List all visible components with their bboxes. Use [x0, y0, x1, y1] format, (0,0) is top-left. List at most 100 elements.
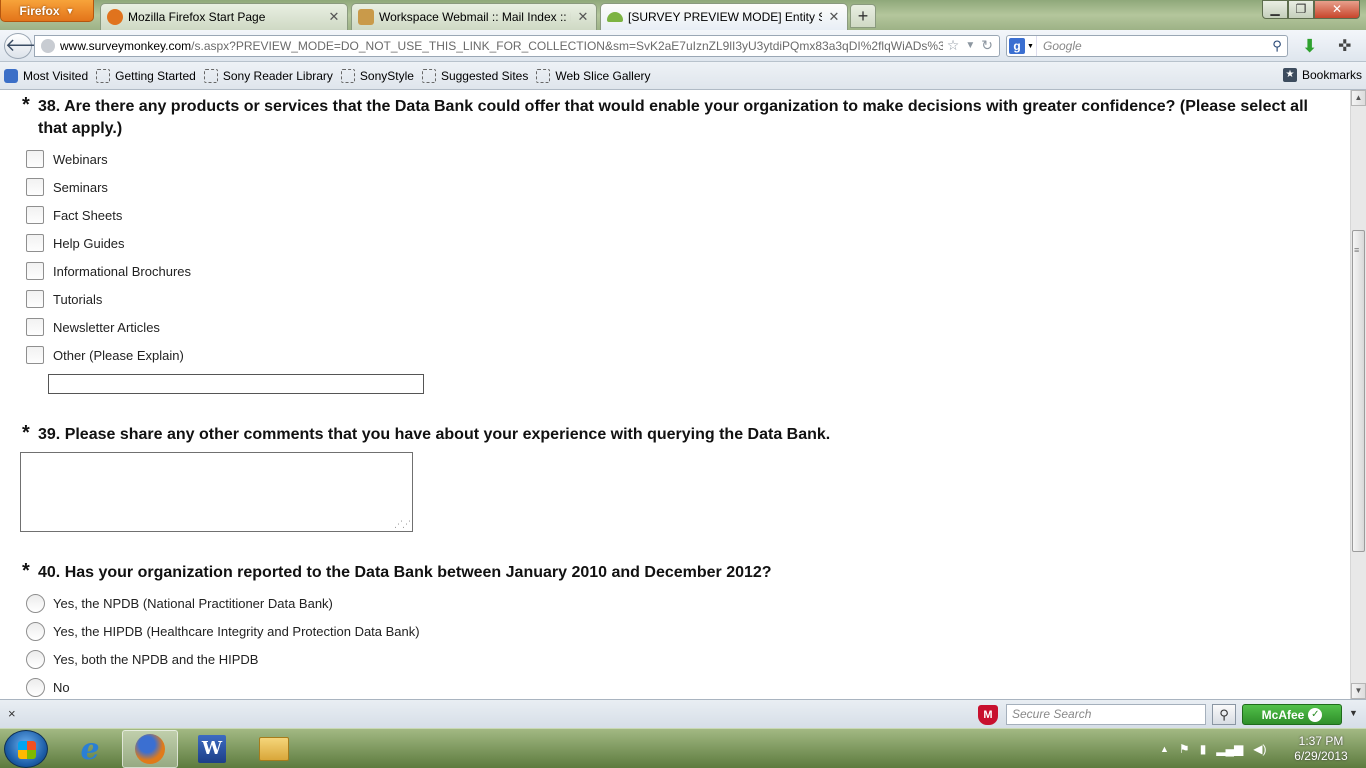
radio-button[interactable] — [26, 677, 45, 697]
minimize-button[interactable]: ▁ — [1262, 0, 1288, 19]
close-addon-bar-button[interactable]: × — [8, 706, 16, 721]
chevron-down-icon[interactable]: ▼ — [1349, 708, 1358, 718]
clock-time: 1:37 PM — [1298, 734, 1344, 748]
clock[interactable]: 1:37 PM 6/29/2013 — [1286, 734, 1356, 764]
show-hidden-icons-icon[interactable]: ▲ — [1160, 744, 1169, 754]
chevron-down-icon: ▼ — [65, 5, 75, 16]
option-label: Help Guides — [53, 235, 125, 251]
taskbar-internet-explorer[interactable]: e — [62, 730, 118, 768]
option-newsletter-articles[interactable]: Newsletter Articles — [26, 317, 160, 337]
firefox-icon — [135, 734, 165, 764]
search-input[interactable]: Google — [1037, 39, 1267, 53]
history-dropdown-icon[interactable]: ▼ — [965, 37, 975, 55]
comments-textarea[interactable]: ⋰⋰ — [20, 452, 413, 532]
taskbar-explorer[interactable] — [246, 730, 302, 768]
option-informational-brochures[interactable]: Informational Brochures — [26, 261, 191, 281]
restore-button[interactable]: ❐ — [1288, 0, 1314, 19]
option-label: Webinars — [53, 151, 108, 167]
option-both[interactable]: Yes, both the NPDB and the HIPDB — [26, 649, 258, 669]
option-label: Yes, the NPDB (National Practitioner Dat… — [53, 595, 333, 611]
question-38-text: 38. Are there any products or services t… — [38, 98, 1308, 137]
vertical-scrollbar[interactable]: ▲ ≡ ▼ — [1350, 90, 1366, 699]
checkbox[interactable] — [26, 150, 44, 168]
search-icon[interactable]: ⚲ — [1212, 704, 1236, 725]
download-icon[interactable]: ⬇ — [1302, 36, 1317, 57]
bookmarks-menu-button[interactable]: ★ Bookmarks — [1282, 68, 1362, 82]
checkbox[interactable] — [26, 346, 44, 364]
checkbox[interactable] — [26, 318, 44, 336]
checkbox[interactable] — [26, 262, 44, 280]
checkbox[interactable] — [26, 206, 44, 224]
puzzle-icon[interactable]: ✜ — [1338, 36, 1351, 56]
firefox-icon — [107, 9, 123, 25]
bookmark-suggested-sites[interactable]: Suggested Sites — [421, 68, 529, 83]
clock-date: 6/29/2013 — [1294, 749, 1348, 763]
checkbox[interactable] — [26, 290, 44, 308]
firefox-menu-button[interactable]: Firefox ▼ — [0, 0, 94, 22]
taskbar-firefox[interactable] — [122, 730, 178, 768]
tab-strip: Firefox ▼ Mozilla Firefox Start Page ✕ W… — [0, 0, 1366, 30]
option-tutorials[interactable]: Tutorials — [26, 289, 102, 309]
secure-search-input[interactable]: Secure Search — [1006, 704, 1206, 725]
bookmark-sony-reader-library[interactable]: Sony Reader Library — [203, 68, 333, 83]
scrollbar-thumb[interactable] — [1352, 230, 1365, 552]
mcafee-button[interactable]: McAfee ✓ — [1242, 704, 1342, 725]
radio-button[interactable] — [26, 621, 45, 641]
mcafee-shield-icon[interactable]: M — [978, 705, 998, 725]
taskbar-word[interactable]: W — [184, 730, 240, 768]
scroll-up-icon[interactable]: ▲ — [1351, 90, 1366, 106]
option-npdb[interactable]: Yes, the NPDB (National Practitioner Dat… — [26, 593, 333, 613]
bookmark-label: Web Slice Gallery — [555, 68, 651, 83]
option-seminars[interactable]: Seminars — [26, 177, 108, 197]
bookmark-most-visited[interactable]: Most Visited — [4, 68, 88, 83]
tab-firefox-start[interactable]: Mozilla Firefox Start Page ✕ — [100, 3, 348, 30]
close-window-button[interactable]: ✕ — [1314, 0, 1360, 19]
bookmark-web-slice-gallery[interactable]: Web Slice Gallery — [536, 68, 651, 83]
checkbox[interactable] — [26, 178, 44, 196]
google-icon: g — [1009, 38, 1026, 54]
option-label: Informational Brochures — [53, 263, 192, 279]
url-bar[interactable]: www.surveymonkey.com /s.aspx?PREVIEW_MOD… — [34, 35, 1000, 57]
bookmark-getting-started[interactable]: Getting Started — [96, 68, 196, 83]
tab-webmail[interactable]: Workspace Webmail :: Mail Index :: H... … — [351, 3, 597, 30]
other-explain-input[interactable] — [48, 374, 424, 394]
resize-grip-icon[interactable]: ⋰⋰ — [394, 519, 411, 530]
option-hipdb[interactable]: Yes, the HIPDB (Healthcare Integrity and… — [26, 621, 420, 641]
back-button[interactable]: 🡐 — [4, 33, 53, 59]
search-bar[interactable]: g ▼ Google ⚲ — [1006, 35, 1288, 57]
checkbox[interactable] — [26, 234, 44, 252]
option-fact-sheets[interactable]: Fact Sheets — [26, 205, 122, 225]
scroll-down-icon[interactable]: ▼ — [1351, 683, 1366, 699]
close-icon[interactable]: ✕ — [327, 9, 341, 25]
network-signal-icon[interactable]: ▂▄▆ — [1216, 742, 1243, 756]
bookmark-sonystyle[interactable]: SonyStyle — [340, 68, 414, 83]
bookmark-icon — [203, 68, 218, 83]
radio-button[interactable] — [26, 593, 45, 613]
search-engine-selector[interactable]: g ▼ — [1007, 36, 1037, 56]
close-icon[interactable]: ✕ — [827, 9, 841, 25]
option-other[interactable]: Other (Please Explain) — [26, 345, 184, 365]
close-icon[interactable]: ✕ — [576, 9, 590, 25]
reload-icon[interactable]: ↻ — [981, 37, 993, 55]
bookmark-label: Suggested Sites — [440, 68, 529, 83]
required-mark: * — [22, 422, 30, 444]
navigation-toolbar: 🡐 www.surveymonkey.com /s.aspx?PREVIEW_M… — [0, 30, 1366, 62]
bookmark-label: Sony Reader Library — [222, 68, 333, 83]
question-39-text: 39. Please share any other comments that… — [38, 426, 831, 443]
battery-icon[interactable]: ▮ — [1200, 742, 1207, 756]
flag-icon[interactable]: ⚑ — [1179, 742, 1190, 756]
option-webinars[interactable]: Webinars — [26, 149, 108, 169]
new-tab-button[interactable]: + — [850, 4, 876, 28]
page-content: * 38. Are there any products or services… — [0, 90, 1350, 699]
folder-icon — [259, 737, 289, 761]
option-no[interactable]: No — [26, 677, 70, 697]
option-help-guides[interactable]: Help Guides — [26, 233, 125, 253]
bookmark-star-icon[interactable]: ☆ — [947, 37, 960, 55]
option-label: Newsletter Articles — [53, 319, 160, 335]
radio-button[interactable] — [26, 649, 45, 669]
option-label: Tutorials — [53, 291, 103, 307]
search-icon[interactable]: ⚲ — [1267, 38, 1287, 54]
start-button[interactable] — [4, 730, 48, 768]
tab-survey-preview[interactable]: [SURVEY PREVIEW MODE] Entity Surv... ✕ — [600, 3, 848, 30]
volume-icon[interactable]: ◀) — [1253, 742, 1266, 756]
